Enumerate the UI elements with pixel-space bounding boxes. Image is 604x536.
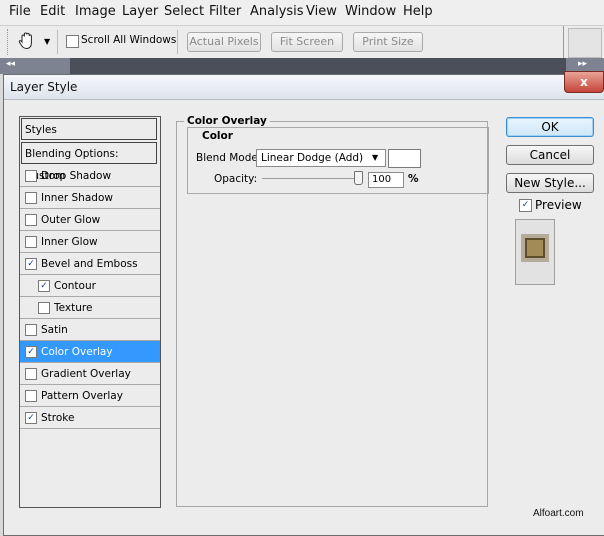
- new-style-button[interactable]: New Style...: [506, 173, 594, 193]
- menu-edit[interactable]: Edit: [40, 4, 65, 19]
- menu-file[interactable]: File: [9, 4, 31, 19]
- stroke-label: Stroke: [41, 412, 75, 424]
- group-title: Color: [199, 130, 236, 142]
- separator: [177, 30, 178, 54]
- opacity-input[interactable]: 100: [368, 172, 404, 188]
- style-item-color-overlay[interactable]: ✓ Color Overlay: [20, 341, 160, 363]
- opacity-label: Opacity:: [214, 173, 258, 185]
- layer-style-dialog: Layer Style x Styles Blending Options: C…: [3, 71, 604, 536]
- menu-filter[interactable]: Filter: [209, 4, 241, 19]
- style-item-inner-glow[interactable]: Inner Glow: [20, 231, 160, 253]
- document-window-titlebar: [0, 58, 604, 74]
- blend-mode-value: Linear Dodge (Add): [261, 152, 364, 164]
- color-overlay-checkbox[interactable]: ✓: [25, 346, 37, 358]
- scroll-all-windows-label: Scroll All Windows: [81, 34, 177, 46]
- gradient-overlay-checkbox[interactable]: [25, 368, 37, 380]
- style-item-satin[interactable]: Satin: [20, 319, 160, 341]
- gradient-overlay-label: Gradient Overlay: [41, 368, 131, 380]
- pattern-overlay-checkbox[interactable]: [25, 390, 37, 402]
- preview-label: Preview: [535, 198, 582, 212]
- drop-shadow-label: Drop Shadow: [41, 170, 112, 182]
- style-item-contour[interactable]: ✓ Contour: [20, 275, 160, 297]
- inner-shadow-checkbox[interactable]: [25, 192, 37, 204]
- style-item-bevel-and-emboss[interactable]: ✓ Bevel and Emboss: [20, 253, 160, 275]
- texture-label: Texture: [54, 302, 93, 314]
- satin-checkbox[interactable]: [25, 324, 37, 336]
- inner-glow-label: Inner Glow: [41, 236, 98, 248]
- print-size-button[interactable]: Print Size: [353, 32, 423, 52]
- style-item-gradient-overlay[interactable]: Gradient Overlay: [20, 363, 160, 385]
- contour-checkbox[interactable]: ✓: [38, 280, 50, 292]
- preview-thumbnail: [515, 219, 555, 285]
- style-item-inner-shadow[interactable]: Inner Shadow: [20, 187, 160, 209]
- blend-mode-label: Blend Mode:: [196, 152, 262, 164]
- overlay-color-swatch[interactable]: [388, 149, 421, 168]
- close-button[interactable]: x: [564, 71, 604, 93]
- styles-list: Styles Blending Options: Custom Drop Sha…: [19, 116, 161, 508]
- menu-analysis[interactable]: Analysis: [250, 4, 304, 19]
- blend-mode-select[interactable]: Linear Dodge (Add) ▼: [256, 149, 386, 167]
- dialog-titlebar[interactable]: Layer Style: [4, 75, 604, 100]
- pattern-overlay-label: Pattern Overlay: [41, 390, 123, 402]
- hand-icon[interactable]: [16, 30, 38, 52]
- panel-collapse-strip[interactable]: ◂◂: [0, 58, 70, 74]
- actual-pixels-button[interactable]: Actual Pixels: [187, 32, 261, 52]
- texture-checkbox[interactable]: [38, 302, 50, 314]
- style-item-texture[interactable]: Texture: [20, 297, 160, 319]
- fit-screen-button[interactable]: Fit Screen: [271, 32, 343, 52]
- menu-help[interactable]: Help: [403, 4, 433, 19]
- inner-shadow-label: Inner Shadow: [41, 192, 113, 204]
- menu-window[interactable]: Window: [345, 4, 396, 19]
- opacity-slider-track[interactable]: [262, 178, 362, 180]
- style-item-outer-glow[interactable]: Outer Glow: [20, 209, 160, 231]
- preview-swatch: [521, 234, 549, 262]
- stroke-checkbox[interactable]: ✓: [25, 412, 37, 424]
- outer-glow-checkbox[interactable]: [25, 214, 37, 226]
- options-bar: ▼ Scroll All Windows Actual Pixels Fit S…: [0, 26, 604, 59]
- collapse-arrows-icon[interactable]: ◂◂: [6, 59, 15, 69]
- separator: [57, 30, 58, 54]
- opacity-unit: %: [408, 173, 419, 185]
- preview-checkbox[interactable]: ✓: [519, 199, 532, 212]
- palette-well[interactable]: [568, 28, 602, 58]
- cancel-button[interactable]: Cancel: [506, 145, 594, 165]
- ok-button[interactable]: OK: [506, 117, 594, 137]
- dialog-title: Layer Style: [10, 80, 78, 94]
- grip: [7, 29, 12, 55]
- outer-glow-label: Outer Glow: [41, 214, 101, 226]
- color-overlay-label: Color Overlay: [41, 346, 113, 358]
- separator: [563, 26, 564, 58]
- opacity-slider-thumb[interactable]: [354, 171, 363, 185]
- style-item-pattern-overlay[interactable]: Pattern Overlay: [20, 385, 160, 407]
- chevron-down-icon: ▼: [372, 153, 379, 162]
- bevel-and-emboss-checkbox[interactable]: ✓: [25, 258, 37, 270]
- style-item-drop-shadow[interactable]: Drop Shadow: [20, 165, 160, 187]
- menu-layer[interactable]: Layer: [122, 4, 158, 19]
- bevel-and-emboss-label: Bevel and Emboss: [41, 258, 138, 270]
- menu-select[interactable]: Select: [164, 4, 204, 19]
- panel-title: Color Overlay: [184, 115, 270, 127]
- drop-shadow-checkbox[interactable]: [25, 170, 37, 182]
- menu-bar: File Edit Image Layer Select Filter Anal…: [0, 0, 604, 26]
- satin-label: Satin: [41, 324, 68, 336]
- expand-arrows-icon[interactable]: ▸▸: [578, 59, 587, 69]
- tool-dropdown-arrow-icon[interactable]: ▼: [44, 37, 50, 46]
- inner-glow-checkbox[interactable]: [25, 236, 37, 248]
- contour-label: Contour: [54, 280, 96, 292]
- style-item-stroke[interactable]: ✓ Stroke: [20, 407, 160, 429]
- menu-image[interactable]: Image: [75, 4, 116, 19]
- menu-view[interactable]: View: [306, 4, 337, 19]
- scroll-all-windows-checkbox[interactable]: [66, 35, 79, 48]
- styles-header[interactable]: Styles: [21, 118, 157, 140]
- preview-square-icon: [525, 238, 545, 258]
- blending-options-item[interactable]: Blending Options: Custom: [21, 142, 157, 182]
- watermark: Alfoart.com: [533, 508, 584, 519]
